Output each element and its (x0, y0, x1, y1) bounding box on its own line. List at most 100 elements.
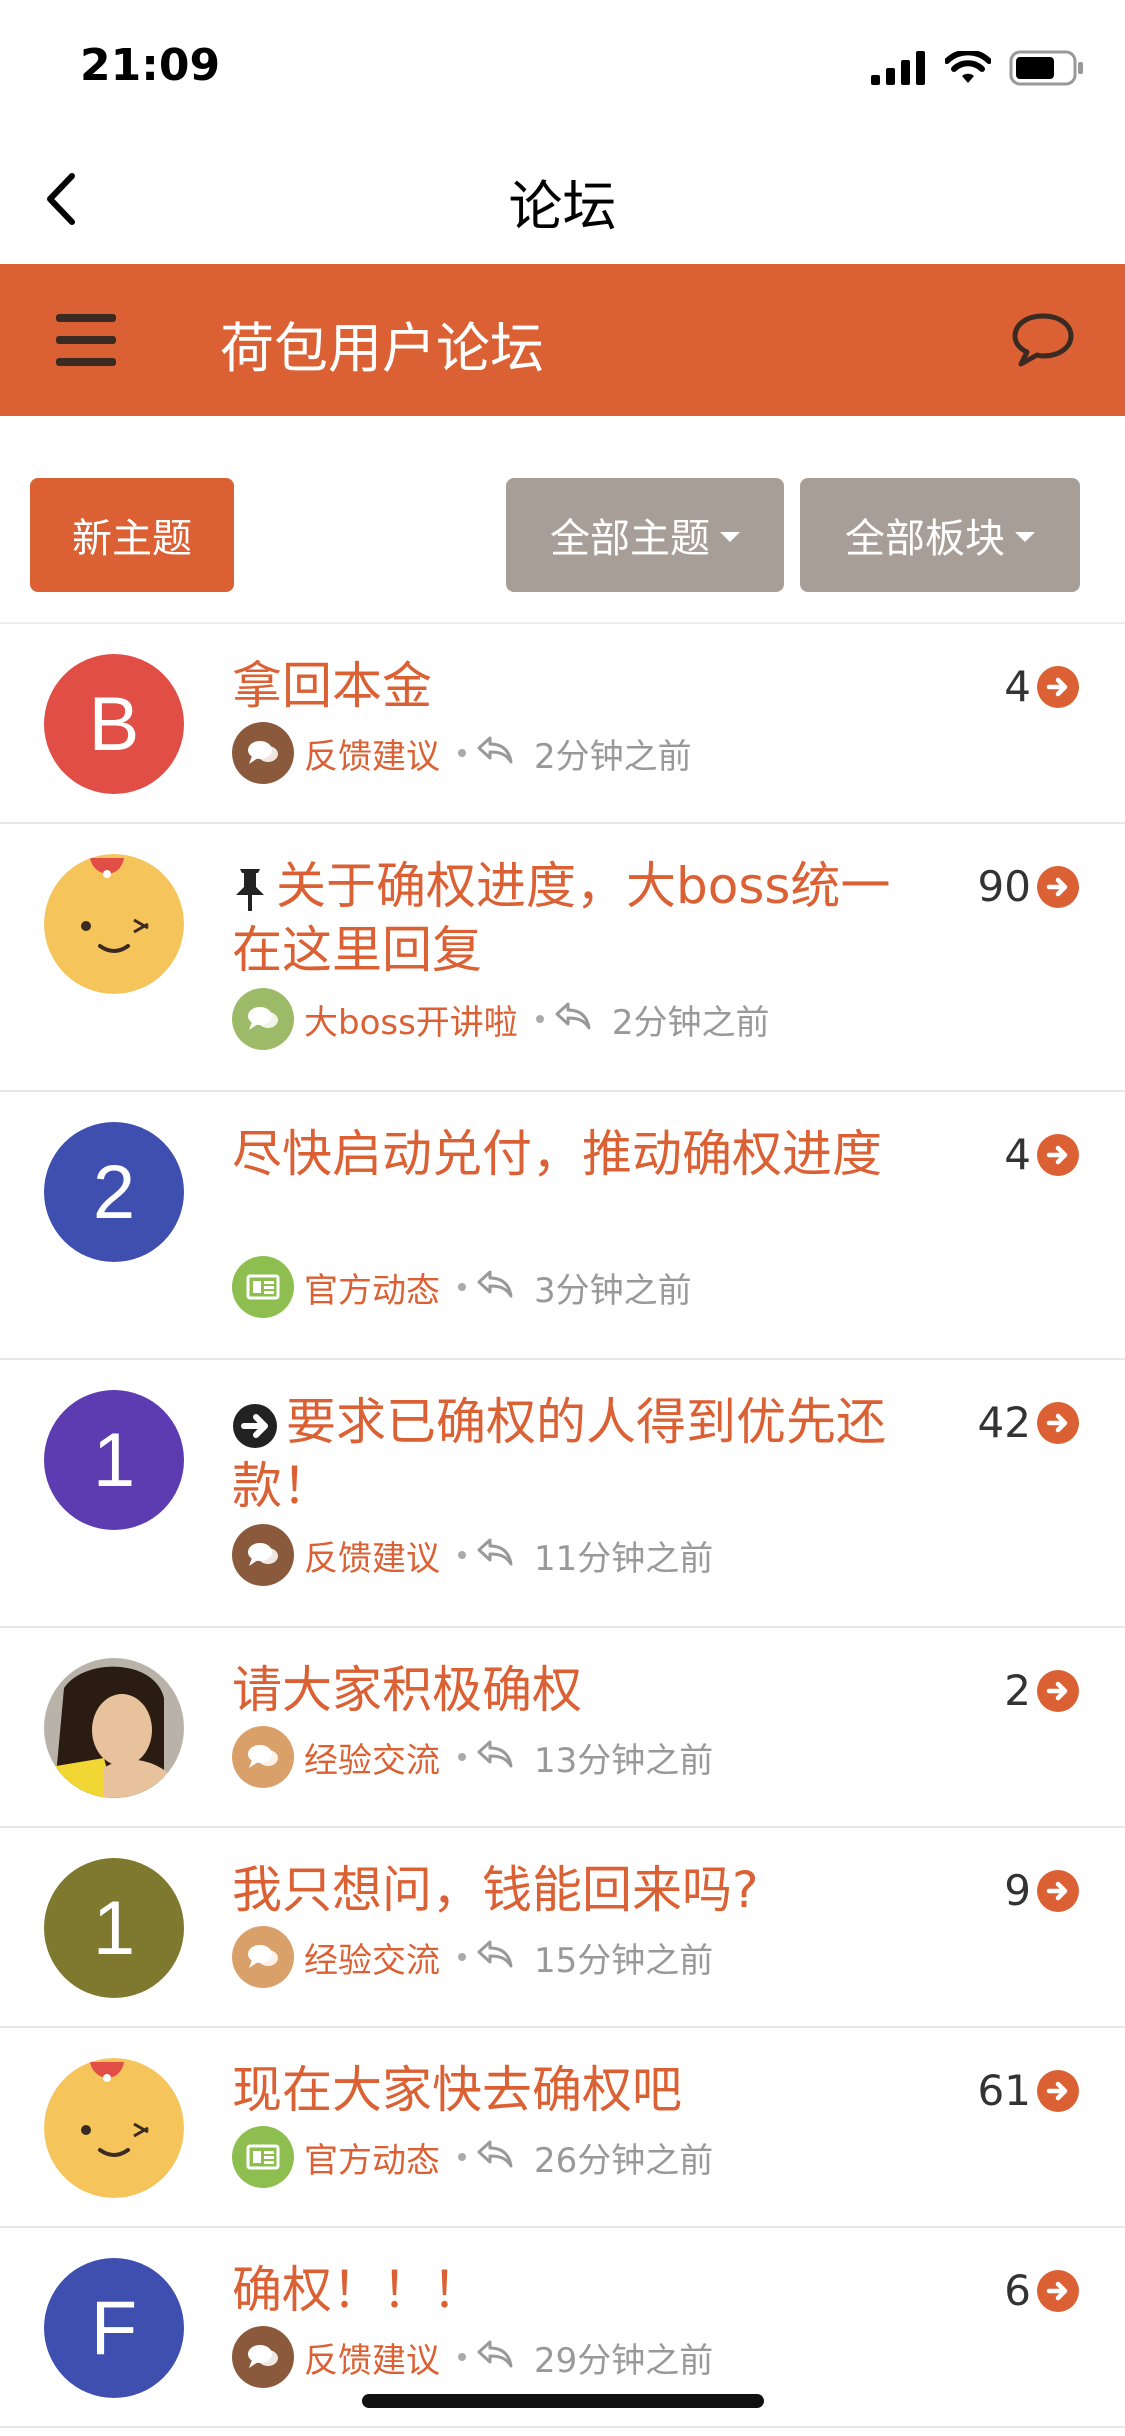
signal-icon (871, 51, 925, 85)
chat-icon (248, 741, 278, 764)
separator-dot (458, 1551, 466, 1559)
category-badge[interactable] (232, 1726, 294, 1788)
topic-title[interactable]: 要求已确权的人得到优先还款！ (232, 1390, 892, 1518)
reply-count[interactable]: 42 (978, 1398, 1079, 1447)
chat-icon (248, 1007, 278, 1030)
avatar[interactable]: F (44, 2258, 184, 2398)
category-name[interactable]: 经验交流 (304, 1733, 440, 1782)
reply-count[interactable]: 9 (1004, 1866, 1079, 1915)
home-indicator (362, 2394, 764, 2408)
caret-down-icon (720, 532, 740, 542)
reply-icon (476, 2137, 514, 2177)
reply-icon (554, 999, 592, 1039)
chat-icon (248, 1945, 278, 1968)
avatar[interactable]: B (44, 654, 184, 794)
arrow-right-circle-icon (233, 1403, 277, 1448)
last-reply-time: 13分钟之前 (534, 1740, 714, 1781)
nav-bar: 论坛 (0, 132, 1125, 264)
topic-row[interactable]: 2 尽快启动兑付，推动确权进度官方动态 3分钟之前 4 (0, 1092, 1125, 1360)
topic-meta: 反馈建议 11分钟之前 (232, 1524, 713, 1586)
topic-row[interactable]: B 拿回本金反馈建议 2分钟之前 4 (0, 624, 1125, 824)
category-name[interactable]: 官方动态 (304, 2133, 440, 2182)
separator-dot (458, 1953, 466, 1961)
reply-icon (476, 733, 514, 773)
topic-row[interactable]: 现在大家快去确权吧 官方动态 26分钟之前 61 (0, 2028, 1125, 2228)
reply-count-number: 2 (1004, 1666, 1031, 1715)
category-name[interactable]: 反馈建议 (304, 1531, 440, 1580)
speech-bubble-icon (1012, 313, 1074, 367)
topic-title[interactable]: 关于确权进度，大boss统一在这里回复 (232, 854, 892, 982)
separator-dot (458, 2153, 466, 2161)
avatar[interactable]: 2 (44, 1122, 184, 1262)
status-bar: 21:09 (0, 0, 1125, 132)
topic-title[interactable]: 我只想问，钱能回来吗? (232, 1858, 892, 1922)
topic-row[interactable]: 1 我只想问，钱能回来吗? 经验交流 15分钟之前 9 (0, 1828, 1125, 2028)
last-reply-time: 11分钟之前 (534, 1538, 714, 1579)
topic-title[interactable]: 确权！！！ (232, 2258, 892, 2322)
category-name[interactable]: 反馈建议 (304, 2333, 440, 2382)
reply-count[interactable]: 4 (1004, 662, 1079, 711)
avatar[interactable] (44, 1658, 184, 1798)
reply-count-number: 9 (1004, 1866, 1031, 1915)
status-icons (871, 50, 1085, 86)
all-boards-dropdown[interactable]: 全部板块 (800, 478, 1080, 592)
chat-icon (248, 1543, 278, 1566)
reply-icon (476, 1267, 514, 1307)
user-photo-avatar (44, 1658, 184, 1798)
reply-icon (476, 2337, 514, 2377)
smiley-face-icon (44, 2058, 184, 2198)
separator-dot (458, 2353, 466, 2361)
topic-title[interactable]: 请大家积极确权 (232, 1658, 892, 1722)
all-boards-label: 全部板块 (845, 516, 1005, 562)
chat-button[interactable] (1011, 310, 1075, 370)
pin-icon (236, 868, 264, 911)
separator-dot (458, 749, 466, 757)
avatar[interactable]: 1 (44, 1390, 184, 1530)
topic-title[interactable]: 现在大家快去确权吧 (232, 2058, 892, 2122)
forum-title: 荷包用户论坛 (220, 317, 544, 380)
category-badge[interactable] (232, 1524, 294, 1586)
reply-count[interactable]: 61 (978, 2066, 1079, 2115)
reply-count[interactable]: 90 (978, 862, 1079, 911)
news-icon (246, 1274, 280, 1300)
controls: 新主题 全部主题 全部板块 (0, 416, 1125, 622)
topic-row[interactable]: 1 要求已确权的人得到优先还款！ 反馈建议 11分钟之前 42 (0, 1360, 1125, 1628)
battery-icon (1009, 50, 1083, 86)
category-name[interactable]: 官方动态 (304, 1263, 440, 1312)
topic-list: B 拿回本金反馈建议 2分钟之前 4 关于确权进度，大boss统一在这里回复大boss开… (0, 622, 1125, 2428)
category-badge[interactable] (232, 2326, 294, 2388)
topic-title[interactable]: 尽快启动兑付，推动确权进度 (232, 1122, 892, 1186)
arrow-right-circle-icon (1037, 665, 1079, 708)
topic-meta: 反馈建议 2分钟之前 (232, 722, 692, 784)
reply-count-number: 90 (977, 862, 1031, 911)
caret-down-icon (1015, 532, 1035, 542)
avatar[interactable] (44, 2058, 184, 2198)
new-topic-button[interactable]: 新主题 (30, 478, 234, 592)
last-reply-time: 29分钟之前 (534, 2340, 714, 2381)
chat-icon (248, 1745, 278, 1768)
topic-title-text: 拿回本金 (232, 657, 432, 715)
menu-button[interactable] (56, 314, 116, 366)
category-badge[interactable] (232, 2126, 294, 2188)
separator-dot (458, 1283, 466, 1291)
reply-count[interactable]: 2 (1004, 1666, 1079, 1715)
topic-row[interactable]: 请大家积极确权经验交流 13分钟之前 2 (0, 1628, 1125, 1828)
reply-count[interactable]: 4 (1004, 1130, 1079, 1179)
all-topics-dropdown[interactable]: 全部主题 (506, 478, 784, 592)
topic-title-text: 要求已确权的人得到优先还款！ (232, 1393, 886, 1515)
topic-title[interactable]: 拿回本金 (232, 654, 892, 718)
last-reply-time: 3分钟之前 (534, 1270, 692, 1311)
avatar[interactable]: 1 (44, 1858, 184, 1998)
category-badge[interactable] (232, 988, 294, 1050)
category-badge[interactable] (232, 1926, 294, 1988)
separator-dot (535, 1015, 544, 1023)
topic-row[interactable]: 关于确权进度，大boss统一在这里回复 大boss开讲啦 2分钟之前 90 (0, 824, 1125, 1092)
avatar[interactable] (44, 854, 184, 994)
chat-icon (248, 2345, 278, 2368)
category-badge[interactable] (232, 1256, 294, 1318)
category-name[interactable]: 大boss开讲啦 (304, 995, 518, 1044)
reply-count[interactable]: 6 (1004, 2266, 1079, 2315)
category-name[interactable]: 经验交流 (304, 1933, 440, 1982)
category-name[interactable]: 反馈建议 (304, 729, 440, 778)
category-badge[interactable] (232, 722, 294, 784)
